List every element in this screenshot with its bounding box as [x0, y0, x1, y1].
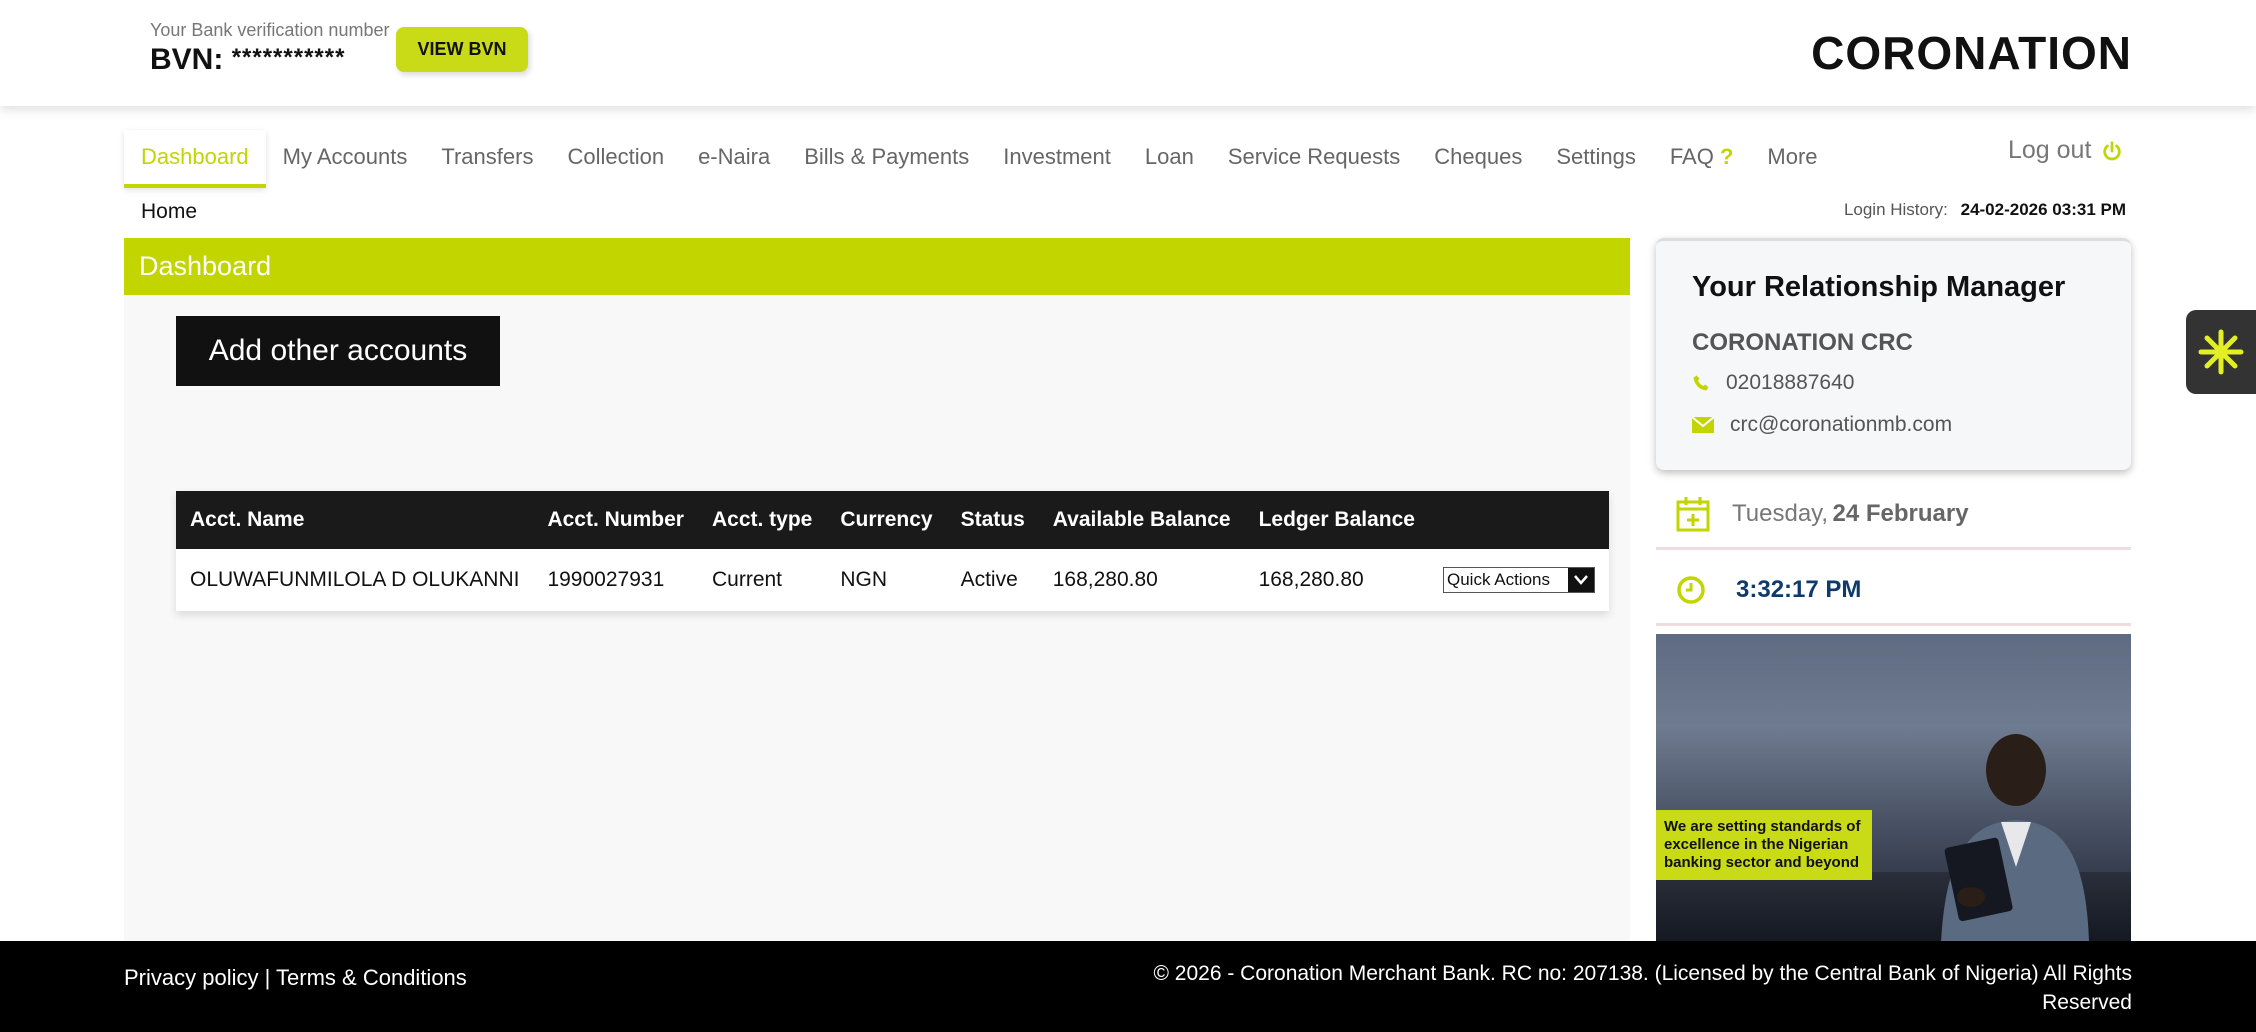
- nav-more[interactable]: More: [1750, 130, 1834, 188]
- login-history-label: Login History:: [1843, 200, 1948, 219]
- rm-phone-number: 02018887640: [1726, 371, 1855, 394]
- table-header-row: Acct. Name Acct. Number Acct. type Curre…: [176, 491, 1609, 549]
- brand-logo: CORONATION: [1811, 27, 2132, 79]
- cell-ledger-balance: 168,280.80: [1258, 568, 1364, 591]
- rm-email-address: crc@coronationmb.com: [1730, 413, 1953, 436]
- asterisk-icon: [2198, 329, 2244, 375]
- footer-divider: |: [264, 965, 271, 990]
- breadcrumb[interactable]: Home: [141, 200, 197, 224]
- date-day: Tuesday: [1732, 499, 1822, 527]
- cell-currency: NGN: [840, 568, 888, 591]
- dashboard-panel: Dashboard Add other accounts Acct. Name …: [124, 238, 1630, 942]
- quick-actions-select[interactable]: Quick Actions: [1442, 567, 1595, 593]
- chevron-down-icon: [1567, 568, 1594, 592]
- time-widget: 3:32:17 PM: [1656, 556, 2131, 626]
- table-row: OLUWAFUNMILOLA D OLUKANNI 1990027931 Cur…: [176, 549, 1609, 611]
- time-value: 3:32:17 PM: [1736, 575, 1862, 603]
- cell-acct-number: 1990027931: [547, 568, 665, 591]
- date-widget: Tuesday, 24 February: [1656, 480, 2131, 550]
- col-ledger-balance: Ledger Balance: [1258, 508, 1415, 531]
- quick-actions-label: Quick Actions: [1446, 570, 1550, 589]
- envelope-icon: [1692, 417, 1714, 433]
- nav-cheques[interactable]: Cheques: [1417, 130, 1539, 188]
- logout-button[interactable]: Log out: [2008, 136, 2123, 165]
- footer-links: Privacy policy | Terms & Conditions: [124, 965, 467, 991]
- top-header: Your Bank verification number BVN: *****…: [0, 0, 2256, 106]
- terms-conditions-link[interactable]: Terms & Conditions: [276, 965, 467, 990]
- rm-name: CORONATION CRC: [1692, 329, 1913, 356]
- nav-loan[interactable]: Loan: [1128, 130, 1211, 188]
- power-icon: [2103, 140, 2122, 160]
- nav-collection[interactable]: Collection: [550, 130, 681, 188]
- nav-service-requests[interactable]: Service Requests: [1211, 130, 1417, 188]
- date-separator: ,: [1821, 499, 1829, 527]
- promo-text: We are setting standards of excellence i…: [1656, 810, 1872, 880]
- relationship-manager-card: Your Relationship Manager CORONATION CRC…: [1656, 238, 2131, 470]
- logout-label: Log out: [2008, 136, 2092, 164]
- cell-acct-type: Current: [711, 568, 783, 591]
- bvn-label: BVN:: [150, 43, 224, 76]
- nav-transfers[interactable]: Transfers: [424, 130, 550, 188]
- nav-faq-label: FAQ: [1669, 144, 1714, 169]
- nav-faq[interactable]: FAQ ?: [1653, 130, 1751, 188]
- col-currency: Currency: [840, 508, 933, 531]
- bvn-mask: ***********: [231, 44, 346, 71]
- bvn-caption: Your Bank verification number: [150, 20, 390, 40]
- nav-bills-payments[interactable]: Bills & Payments: [787, 130, 986, 188]
- rm-title: Your Relationship Manager: [1692, 271, 2066, 303]
- rm-phone[interactable]: 02018887640: [1692, 371, 1854, 395]
- privacy-policy-link[interactable]: Privacy policy: [124, 965, 258, 990]
- col-acct-number: Acct. Number: [547, 508, 684, 531]
- col-actions: [1429, 491, 1609, 549]
- login-history-value: 24-02-2026 03:31 PM: [1960, 200, 2126, 219]
- col-status: Status: [960, 508, 1025, 531]
- login-history: Login History: 24-02-2026 03:31 PM: [1844, 200, 2126, 220]
- cell-actions: Quick Actions: [1429, 549, 1609, 611]
- cell-status: Active: [960, 568, 1018, 591]
- phone-icon: [1693, 375, 1709, 391]
- main-nav: Dashboard My Accounts Transfers Collecti…: [124, 130, 1835, 188]
- bvn-value: BVN: ***********: [150, 43, 389, 77]
- nav-investment[interactable]: Investment: [986, 130, 1128, 188]
- cell-acct-name: OLUWAFUNMILOLA D OLUKANNI: [190, 568, 520, 591]
- add-other-accounts-button[interactable]: Add other accounts: [176, 316, 500, 386]
- footer: Privacy policy | Terms & Conditions © 20…: [0, 941, 2256, 1032]
- calendar-icon: [1676, 496, 1710, 531]
- rm-email[interactable]: crc@coronationmb.com: [1692, 413, 1952, 437]
- side-widget-tab[interactable]: [2186, 310, 2256, 394]
- cell-available-balance: 168,280.80: [1052, 568, 1158, 591]
- promo-person-illustration: [1941, 734, 2089, 942]
- clock-icon: [1677, 575, 1705, 604]
- col-acct-type: Acct. type: [711, 508, 813, 531]
- nav-my-accounts[interactable]: My Accounts: [266, 130, 425, 188]
- nav-settings[interactable]: Settings: [1539, 130, 1653, 188]
- view-bvn-button[interactable]: VIEW BVN: [396, 27, 528, 72]
- panel-title: Dashboard: [124, 238, 1630, 295]
- promo-banner[interactable]: We are setting standards of excellence i…: [1656, 634, 2131, 942]
- col-acct-name: Acct. Name: [190, 508, 305, 531]
- question-icon: ?: [1719, 144, 1734, 169]
- accounts-table: Acct. Name Acct. Number Acct. type Curre…: [176, 491, 1609, 611]
- col-available-balance: Available Balance: [1052, 508, 1231, 531]
- nav-e-naira[interactable]: e-Naira: [681, 130, 787, 188]
- bvn-block: Your Bank verification number BVN: *****…: [150, 20, 389, 77]
- copyright-text: © 2026 - Coronation Merchant Bank. RC no…: [1153, 962, 2133, 1014]
- date-value: 24 February: [1832, 499, 1969, 527]
- nav-dashboard[interactable]: Dashboard: [124, 130, 266, 188]
